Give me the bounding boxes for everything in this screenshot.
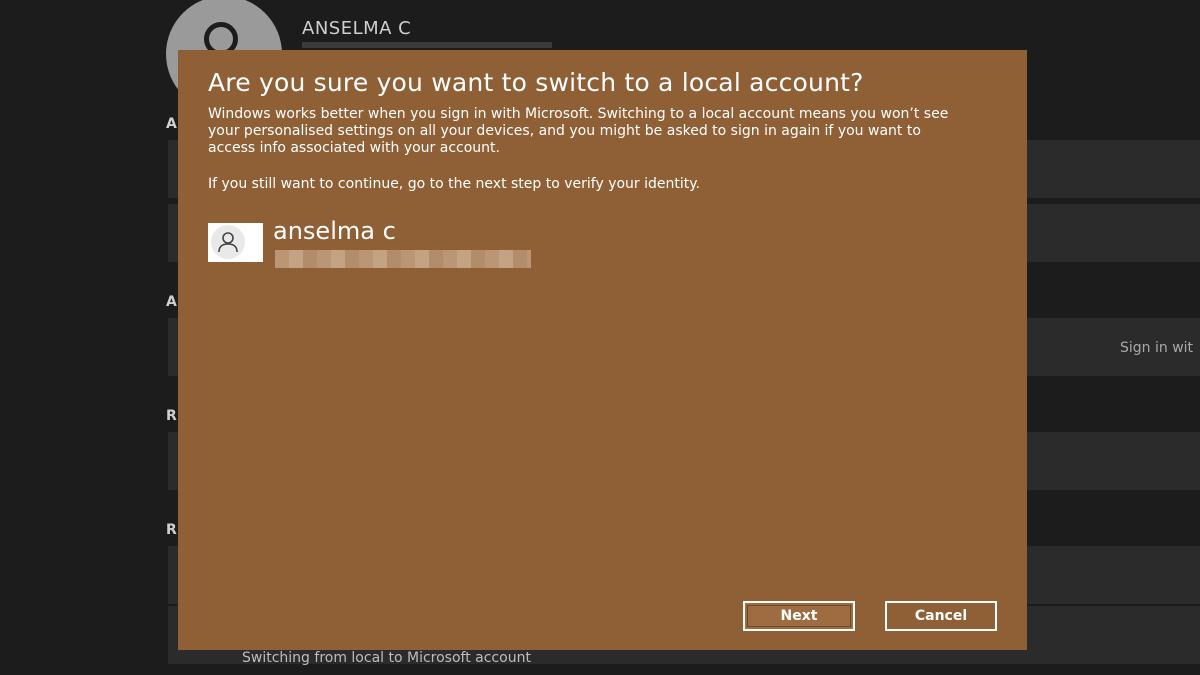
section-heading-3: R	[166, 408, 177, 424]
dialog-continue-note: If you still want to continue, go to the…	[208, 176, 701, 192]
section-heading-4: R	[166, 522, 177, 538]
profile-email-redacted	[302, 42, 552, 48]
section-heading-1: A	[166, 116, 177, 132]
dialog-title: Are you sure you want to switch to a loc…	[208, 68, 864, 97]
section-heading-2: A	[166, 294, 177, 310]
account-email-redacted	[275, 250, 531, 268]
switch-to-local-account-dialog: Are you sure you want to switch to a loc…	[178, 50, 1027, 650]
person-icon	[218, 232, 238, 253]
profile-name: ANSELMA C	[302, 18, 412, 39]
switching-to-microsoft-link[interactable]: Switching from local to Microsoft accoun…	[242, 650, 531, 666]
sign-in-with-microsoft-link[interactable]: Sign in wit	[1120, 340, 1193, 356]
next-button-focus-ring	[747, 605, 851, 627]
dialog-description: Windows works better when you sign in wi…	[208, 106, 949, 156]
next-button[interactable]: Next	[743, 601, 855, 631]
cancel-button[interactable]: Cancel	[885, 601, 997, 631]
account-name: anselma c	[273, 217, 396, 245]
account-avatar	[208, 223, 263, 262]
